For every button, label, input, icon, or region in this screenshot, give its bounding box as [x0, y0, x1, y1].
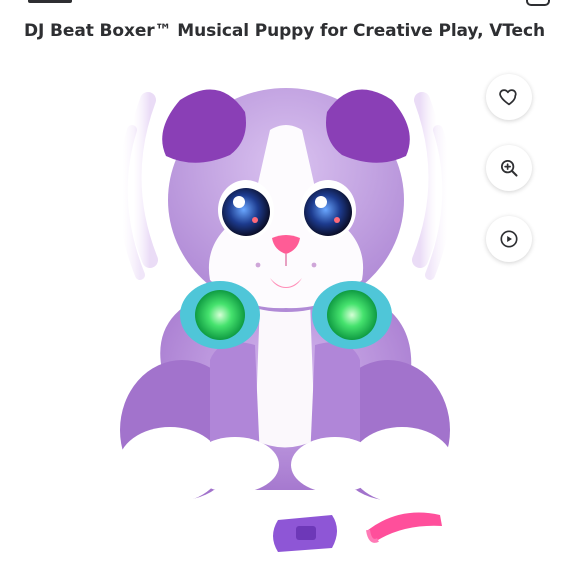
zoom-in-icon: [500, 159, 518, 177]
favorite-button[interactable]: [486, 74, 532, 120]
cart-icon[interactable]: [526, 0, 550, 6]
pink-bracelet: [366, 512, 442, 543]
plush-puppy-illustration: [117, 88, 454, 552]
product-image[interactable]: [70, 60, 500, 560]
play-video-button[interactable]: [486, 216, 532, 262]
header-edge: [28, 0, 72, 3]
zoom-button[interactable]: [486, 145, 532, 191]
purple-bracelet: [273, 515, 337, 552]
product-title: DJ Beat Boxer™ Musical Puppy for Creativ…: [24, 21, 545, 41]
heart-icon: [499, 89, 517, 106]
play-circle-icon: [500, 230, 518, 248]
